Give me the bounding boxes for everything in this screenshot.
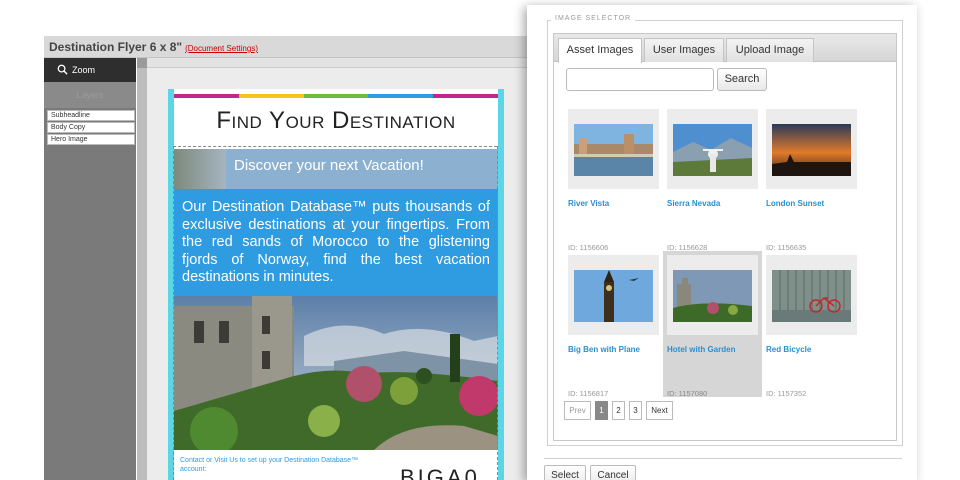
image-title: River Vista [568, 199, 610, 208]
selection-guide-left [173, 146, 174, 480]
page-3-button[interactable]: 3 [629, 401, 642, 420]
image-thumbnail [568, 109, 659, 189]
flyer-hero-image[interactable] [174, 296, 498, 450]
image-thumbnail [667, 109, 758, 189]
editor-title-bar: Destination Flyer 6 x 8" (Document Settin… [44, 36, 544, 58]
flyer-page[interactable]: Find Your Destination Discover your next… [168, 89, 504, 480]
document-settings-link[interactable]: (Document Settings) [185, 44, 258, 53]
dialog-footer-divider [544, 458, 902, 459]
color-segment [433, 94, 498, 98]
image-title: London Sunset [766, 199, 825, 208]
image-title: Red Bicycle [766, 345, 812, 354]
image-card-red-bicycle[interactable]: Red Bicycle ID: 1157352 [762, 251, 861, 398]
selection-guide-right [497, 146, 498, 480]
river-photo-icon [574, 124, 653, 176]
color-segment [174, 94, 239, 98]
layer-item-hero-image[interactable]: Hero Image [47, 134, 135, 145]
tab-asset-images[interactable]: Asset Images [558, 38, 642, 63]
search-button[interactable]: Search [717, 68, 767, 91]
mountain-photo-icon [673, 124, 752, 176]
flyer-subheadline-block[interactable]: Discover your next Vacation! [174, 149, 498, 189]
tab-upload-image[interactable]: Upload Image [726, 38, 814, 62]
image-thumbnail [667, 255, 758, 335]
image-selector-legend: IMAGE SELECTOR [551, 15, 636, 22]
image-title: Big Ben with Plane [568, 345, 641, 354]
flyer-footer-text[interactable]: Contact or Visit Us to set up your Desti… [180, 456, 380, 474]
image-selector-dialog: IMAGE SELECTOR Asset Images User Images … [527, 5, 917, 480]
image-card-big-ben-with-plane[interactable]: Big Ben with Plane ID: 1156817 [564, 251, 663, 398]
vertical-ruler [137, 58, 147, 480]
image-id: ID: 1157352 [766, 389, 807, 398]
document-title: Destination Flyer 6 x 8" (Document Settin… [49, 40, 258, 54]
tab-bar: Asset Images User Images Upload Image [554, 34, 896, 63]
zoom-button[interactable]: Zoom [44, 58, 136, 82]
image-title: Hotel with Garden [667, 345, 736, 354]
color-segment [238, 94, 304, 98]
image-title: Sierra Nevada [667, 199, 721, 208]
flyer-subheadline: Discover your next Vacation! [234, 157, 424, 174]
image-id: ID: 1156817 [568, 389, 609, 398]
ruler-corner [137, 58, 147, 68]
flyer-body-copy[interactable]: Our Destination Database™ puts thousands… [174, 189, 498, 296]
layers-sidepanel: Zoom Layers Subheadline Body Copy Hero I… [44, 58, 136, 480]
image-card-river-vista[interactable]: River Vista ID: 1156606 [564, 105, 663, 252]
color-segment [303, 94, 369, 98]
app-stage: Destination Flyer 6 x 8" (Document Settin… [0, 0, 960, 480]
clocktower-photo-icon [574, 270, 653, 322]
cancel-button[interactable]: Cancel [590, 465, 636, 480]
sunset-photo-icon [772, 124, 851, 176]
image-grid: River Vista ID: 1156606 Sierra Nevada ID… [564, 105, 864, 398]
layers-header: Layers [44, 82, 136, 108]
page-2-button[interactable]: 2 [612, 401, 625, 420]
image-search-input[interactable] [566, 68, 714, 91]
image-card-london-sunset[interactable]: London Sunset ID: 1156635 [762, 105, 861, 252]
layer-item-subheadline[interactable]: Subheadline [47, 110, 135, 121]
horizontal-ruler [147, 58, 527, 68]
selection-guide-top [173, 146, 497, 147]
zoom-icon [57, 64, 68, 75]
image-thumbnail [766, 255, 857, 335]
next-page-button[interactable]: Next [646, 401, 673, 420]
color-segment [368, 94, 434, 98]
flyer-color-bar [174, 94, 498, 98]
flyer-logo: BIGA0 [400, 465, 480, 480]
prev-page-button[interactable]: Prev [564, 401, 591, 420]
document-title-text: Destination Flyer 6 x 8" [49, 40, 183, 54]
image-id: ID: 1157080 [667, 389, 708, 398]
bicycle-photo-icon [772, 270, 851, 322]
flyer-headline[interactable]: Find Your Destination [174, 107, 498, 135]
image-thumbnail [766, 109, 857, 189]
zoom-label: Zoom [72, 65, 96, 75]
image-card-hotel-with-garden[interactable]: Hotel with Garden ID: 1157080 [663, 251, 762, 398]
image-thumbnail [568, 255, 659, 335]
castle-garden-photo [174, 296, 498, 450]
layer-item-body-copy[interactable]: Body Copy [47, 122, 135, 133]
page-1-button[interactable]: 1 [595, 401, 608, 420]
castle-photo-icon [673, 270, 752, 322]
tab-user-images[interactable]: User Images [644, 38, 724, 62]
flyer-content: Find Your Destination Discover your next… [174, 89, 498, 480]
image-card-sierra-nevada[interactable]: Sierra Nevada ID: 1156628 [663, 105, 762, 252]
select-button[interactable]: Select [544, 465, 586, 480]
